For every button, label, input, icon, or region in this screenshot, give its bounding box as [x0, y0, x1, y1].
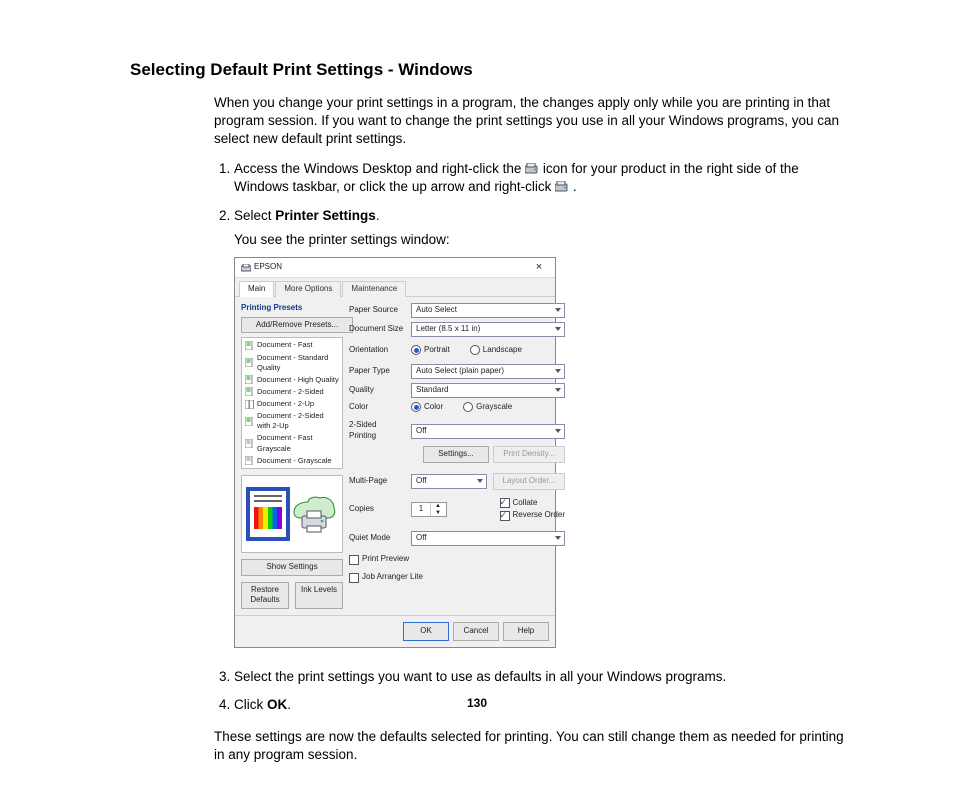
step-3: Select the print settings you want to us…	[234, 668, 844, 686]
quiet-mode-label: Quiet Mode	[349, 533, 405, 544]
quiet-mode-select[interactable]: Off	[411, 531, 565, 546]
collate-checkbox[interactable]: Collate	[500, 498, 565, 509]
copies-down-icon[interactable]: ▼	[431, 509, 445, 516]
preview-box	[241, 475, 343, 553]
portrait-radio[interactable]: Portrait	[411, 345, 450, 356]
ink-levels-button[interactable]: Ink Levels	[295, 582, 343, 610]
copies-value: 1	[412, 504, 430, 515]
list-item[interactable]: Document - High Quality	[243, 374, 341, 386]
quality-label: Quality	[349, 385, 405, 396]
preset-list[interactable]: Document - Fast Document - Standard Qual…	[241, 337, 343, 468]
step-1-text-a: Access the Windows Desktop and right-cli…	[234, 161, 525, 176]
outro-paragraph: These settings are now the defaults sele…	[214, 728, 844, 764]
step-2-text-c: .	[376, 208, 380, 223]
multi-page-label: Multi-Page	[349, 476, 405, 487]
tab-main[interactable]: Main	[239, 281, 274, 297]
list-item[interactable]: Document - 2-Up	[243, 398, 341, 410]
layout-order-button[interactable]: Layout Order...	[493, 473, 565, 490]
dialog-title: EPSON	[254, 262, 282, 273]
tabs: Main More Options Maintenance	[235, 278, 555, 296]
print-preview-checkbox[interactable]: Print Preview	[349, 554, 409, 565]
preview-page-icon	[246, 487, 290, 541]
paper-type-select[interactable]: Auto Select (plain paper)	[411, 364, 565, 379]
list-item[interactable]: Document - 2-Sided with 2-Up	[243, 410, 341, 432]
titlebar: EPSON ×	[235, 258, 555, 278]
two-sided-label: 2-Sided Printing	[349, 420, 405, 442]
printer-icon	[241, 264, 251, 272]
step-2-sub: You see the printer settings window:	[234, 231, 844, 249]
ok-button[interactable]: OK	[403, 622, 449, 641]
multi-page-select[interactable]: Off	[411, 474, 487, 489]
step-2-bold: Printer Settings	[275, 208, 376, 223]
page-number: 130	[0, 696, 954, 710]
product-tray-icon-2	[555, 179, 569, 190]
list-item[interactable]: Document - Fast Grayscale	[243, 432, 341, 454]
copies-spinner[interactable]: 1 ▲▼	[411, 502, 447, 517]
color-radio[interactable]: Color	[411, 402, 443, 413]
job-arranger-checkbox[interactable]: Job Arranger Lite	[349, 572, 423, 583]
section-title: Selecting Default Print Settings - Windo…	[130, 60, 844, 80]
step-1-text-c: .	[573, 179, 577, 194]
step-1: Access the Windows Desktop and right-cli…	[234, 160, 844, 196]
two-sided-settings-button[interactable]: Settings...	[423, 446, 489, 463]
print-density-button[interactable]: Print Density...	[493, 446, 565, 463]
list-item[interactable]: Document - Standard Quality	[243, 352, 341, 374]
grayscale-radio[interactable]: Grayscale	[463, 402, 512, 413]
restore-defaults-button[interactable]: Restore Defaults	[241, 582, 289, 610]
document-size-label: Document Size	[349, 324, 405, 335]
printer-settings-dialog: EPSON × Main More Options Maintenance	[234, 257, 556, 648]
printer-graphic-icon	[290, 494, 338, 534]
tab-more-options[interactable]: More Options	[275, 281, 341, 297]
paper-source-select[interactable]: Auto Select	[411, 303, 565, 318]
cancel-button[interactable]: Cancel	[453, 622, 499, 641]
color-label: Color	[349, 402, 405, 413]
list-item[interactable]: Document - 2-Sided	[243, 386, 341, 398]
add-remove-presets-button[interactable]: Add/Remove Presets...	[241, 317, 353, 334]
close-button[interactable]: ×	[529, 262, 549, 273]
list-item[interactable]: Document - Fast	[243, 339, 341, 351]
show-settings-button[interactable]: Show Settings	[241, 559, 343, 576]
paper-type-label: Paper Type	[349, 366, 405, 377]
landscape-radio[interactable]: Landscape	[470, 345, 522, 356]
paper-source-label: Paper Source	[349, 305, 405, 316]
reverse-order-checkbox[interactable]: Reverse Order	[500, 510, 565, 521]
quality-select[interactable]: Standard	[411, 383, 565, 398]
document-size-select[interactable]: Letter (8.5 x 11 in)	[411, 322, 565, 337]
copies-label: Copies	[349, 504, 405, 515]
help-button[interactable]: Help	[503, 622, 549, 641]
step-2: Select Printer Settings. You see the pri…	[234, 207, 844, 648]
printing-presets-title: Printing Presets	[241, 303, 343, 314]
two-sided-select[interactable]: Off	[411, 424, 565, 439]
product-tray-icon	[525, 161, 539, 172]
list-item[interactable]: Document - Grayscale	[243, 455, 341, 467]
orientation-label: Orientation	[349, 345, 405, 356]
intro-paragraph: When you change your print settings in a…	[214, 94, 844, 149]
tab-maintenance[interactable]: Maintenance	[342, 281, 406, 297]
step-2-text-a: Select	[234, 208, 275, 223]
